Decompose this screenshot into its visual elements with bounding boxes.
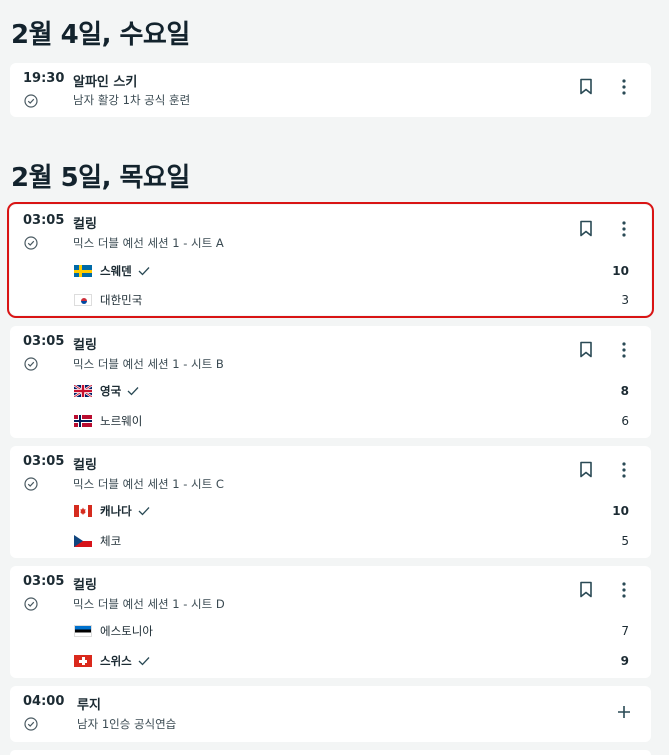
more-vertical-icon[interactable]	[617, 78, 631, 96]
team-row: 영국	[74, 383, 139, 399]
team-score: 7	[621, 624, 629, 638]
event-card-alpine-ski[interactable]: 19:30 알파인 스키 남자 활강 1차 공식 훈련	[10, 63, 651, 117]
event-sport: 컬링	[73, 338, 97, 353]
check-circle-icon	[24, 717, 38, 731]
estonia-flag-icon	[74, 625, 92, 637]
team-score: 5	[621, 534, 629, 548]
more-vertical-icon[interactable]	[617, 581, 631, 599]
team-score: 6	[621, 414, 629, 428]
event-sport: 컬링	[73, 217, 97, 232]
event-name: 믹스 더블 예선 세션 1 - 시트 B	[73, 357, 224, 371]
check-circle-icon	[24, 477, 38, 491]
korea-flag-icon	[74, 294, 92, 306]
team-score: 9	[620, 654, 629, 668]
winner-check-icon	[138, 657, 150, 666]
team-name: 노르웨이	[100, 414, 143, 428]
winner-check-icon	[138, 507, 150, 516]
event-sport: 컬링	[73, 458, 97, 473]
team-score: 3	[621, 293, 629, 307]
event-name: 믹스 더블 예선 세션 1 - 시트 D	[73, 597, 225, 611]
team-row: 체코	[74, 533, 121, 549]
event-time: 04:00	[23, 694, 65, 709]
event-name: 남자 활강 1차 공식 훈련	[73, 93, 191, 107]
team-name: 캐나다	[100, 504, 132, 518]
team-name: 대한민국	[100, 293, 143, 307]
team-row: 대한민국	[74, 292, 142, 308]
event-name: 믹스 더블 예선 세션 1 - 시트 C	[73, 477, 224, 491]
event-card-curling-sheet-a[interactable]: 03:05 컬링 믹스 더블 예선 세션 1 - 시트 A 스웨덴 10 대한민…	[7, 202, 654, 318]
event-time: 03:05	[23, 334, 65, 349]
event-name: 남자 1인승 공식연습	[77, 717, 177, 731]
more-vertical-icon[interactable]	[617, 341, 631, 359]
event-time: 19:30	[23, 71, 65, 86]
event-card-curling-sheet-b[interactable]: 03:05 컬링 믹스 더블 예선 세션 1 - 시트 B 영국 8 노르웨이 …	[10, 326, 651, 438]
team-score: 8	[620, 384, 629, 398]
team-row: 스위스	[74, 653, 150, 669]
team-name: 스위스	[100, 654, 132, 668]
event-sport: 알파인 스키	[73, 75, 138, 90]
czech-flag-icon	[74, 535, 92, 547]
event-time: 03:05	[23, 454, 65, 469]
bookmark-icon[interactable]	[579, 581, 593, 598]
event-sport: 루지	[77, 698, 101, 713]
more-vertical-icon[interactable]	[617, 461, 631, 479]
event-name: 믹스 더블 예선 세션 1 - 시트 A	[73, 236, 224, 250]
sweden-flag-icon	[74, 265, 92, 277]
winner-check-icon	[127, 387, 139, 396]
more-vertical-icon[interactable]	[617, 220, 631, 238]
team-row: 에스토니아	[74, 623, 153, 639]
event-sport: 컬링	[73, 578, 97, 593]
team-row: 스웨덴	[74, 263, 150, 279]
team-name: 영국	[100, 384, 122, 398]
bookmark-icon[interactable]	[579, 220, 593, 237]
event-card-luge[interactable]: 04:00 루지 남자 1인승 공식연습	[10, 686, 651, 742]
norway-flag-icon	[74, 415, 92, 427]
plus-icon[interactable]	[617, 705, 631, 719]
check-circle-icon	[24, 236, 38, 250]
check-circle-icon	[24, 94, 38, 108]
event-card-curling-sheet-c[interactable]: 03:05 컬링 믹스 더블 예선 세션 1 - 시트 C 캐나다 10 체코 …	[10, 446, 651, 558]
event-time: 03:05	[23, 213, 65, 228]
event-card-curling-sheet-d[interactable]: 03:05 컬링 믹스 더블 예선 세션 1 - 시트 D 에스토니아 7 스위…	[10, 566, 651, 678]
team-name: 스웨덴	[100, 264, 132, 278]
switzerland-flag-icon	[74, 655, 92, 667]
uk-flag-icon	[74, 385, 92, 397]
bookmark-icon[interactable]	[579, 341, 593, 358]
bookmark-icon[interactable]	[579, 461, 593, 478]
team-score: 10	[612, 504, 629, 518]
team-score: 10	[612, 264, 629, 278]
winner-check-icon	[138, 267, 150, 276]
team-row: 노르웨이	[74, 413, 142, 429]
team-name: 체코	[100, 534, 122, 548]
team-name: 에스토니아	[100, 624, 153, 638]
team-row: 캐나다	[74, 503, 150, 519]
bookmark-icon[interactable]	[579, 78, 593, 95]
day-title-feb-5: 2월 5일, 목요일	[11, 163, 190, 193]
next-event-card-edge	[10, 750, 651, 755]
event-time: 03:05	[23, 574, 65, 589]
check-circle-icon	[24, 357, 38, 371]
check-circle-icon	[24, 597, 38, 611]
day-title-feb-4: 2월 4일, 수요일	[11, 20, 190, 50]
canada-flag-icon	[74, 505, 92, 517]
